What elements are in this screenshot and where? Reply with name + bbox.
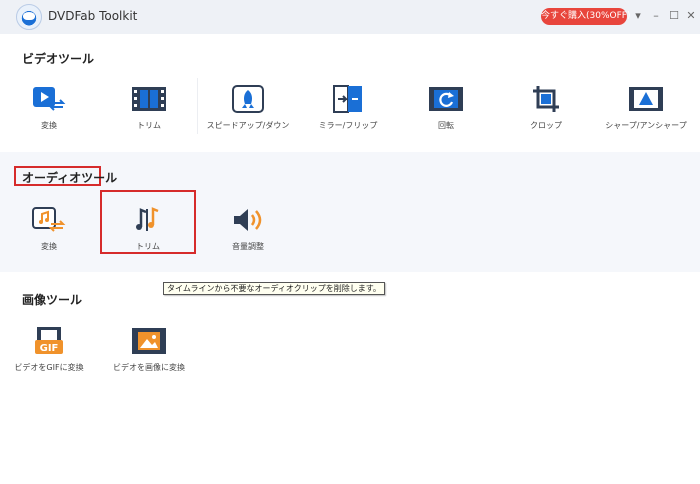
tool-label: ビデオをGIFに変換	[14, 363, 84, 372]
video-tools-section: ビデオツール 変換 トリム スピードアップ/ダウン ミラー/フリップ 回転 クロ…	[0, 34, 700, 152]
tool-label: トリム	[136, 242, 160, 251]
video-convert-tool[interactable]: 変換	[1, 84, 97, 131]
rotate-icon	[426, 84, 466, 114]
tool-label: 音量調整	[232, 242, 264, 251]
video-tools-title: ビデオツール	[22, 52, 95, 66]
sharpen-icon	[626, 84, 666, 114]
image-tools-title: 画像ツール	[22, 293, 83, 307]
video-to-image-tool[interactable]: ビデオを画像に変換	[101, 326, 197, 373]
tool-label: 回転	[438, 121, 454, 130]
dropdown-icon[interactable]: ▾	[631, 8, 645, 24]
rotate-tool[interactable]: 回転	[398, 84, 494, 131]
speed-tool[interactable]: スピードアップ/ダウン	[200, 84, 296, 131]
audio-convert-tool[interactable]: 変換	[1, 205, 97, 252]
title-bar: DVDFab Toolkit 今すぐ購入(30%OFF) ▾ – ☐ ✕	[0, 0, 700, 34]
maximize-icon[interactable]: ☐	[667, 8, 681, 24]
divider	[197, 78, 198, 134]
video-trim-tool[interactable]: トリム	[101, 84, 197, 131]
minimize-icon[interactable]: –	[649, 8, 663, 24]
mirror-flip-icon	[328, 84, 368, 114]
buy-now-button[interactable]: 今すぐ購入(30%OFF)	[541, 8, 630, 25]
tool-label: ミラー/フリップ	[318, 121, 378, 130]
video-to-image-icon	[129, 326, 169, 356]
tool-label: トリム	[137, 121, 161, 130]
gif-badge-text: GIF	[40, 343, 59, 354]
audio-trim-tool[interactable]: トリム	[100, 205, 196, 252]
tool-label: シャープ/アンシャープ	[605, 121, 687, 130]
audio-convert-icon	[29, 205, 69, 235]
video-to-gif-tool[interactable]: GIF ビデオをGIFに変換	[1, 326, 97, 373]
tool-label: クロップ	[530, 121, 562, 130]
image-tools-section: 画像ツール GIF ビデオをGIFに変換 ビデオを画像に変換	[0, 272, 700, 484]
tool-label: スピードアップ/ダウン	[206, 121, 290, 130]
audio-tools-title: オーディオツール	[22, 171, 118, 185]
sharpen-tool[interactable]: シャープ/アンシャープ	[598, 84, 694, 131]
app-title: DVDFab Toolkit	[48, 9, 138, 23]
video-to-gif-icon: GIF	[29, 326, 69, 356]
tool-label: ビデオを画像に変換	[113, 363, 185, 372]
rocket-icon	[228, 84, 268, 114]
audio-tools-section: オーディオツール 変換 トリム 音量調整	[0, 152, 700, 272]
film-trim-icon	[129, 84, 169, 114]
volume-icon	[228, 205, 268, 235]
mirror-flip-tool[interactable]: ミラー/フリップ	[300, 84, 396, 131]
audio-trim-icon	[128, 205, 168, 235]
video-convert-icon	[29, 84, 69, 114]
app-logo-icon	[16, 4, 42, 30]
crop-icon	[526, 84, 566, 114]
crop-tool[interactable]: クロップ	[498, 84, 594, 131]
volume-tool[interactable]: 音量調整	[200, 205, 296, 252]
close-icon[interactable]: ✕	[684, 8, 698, 24]
tool-label: 変換	[41, 242, 57, 251]
tooltip: タイムラインから不要なオーディオクリップを削除します。	[163, 282, 385, 295]
tool-label: 変換	[41, 121, 57, 130]
